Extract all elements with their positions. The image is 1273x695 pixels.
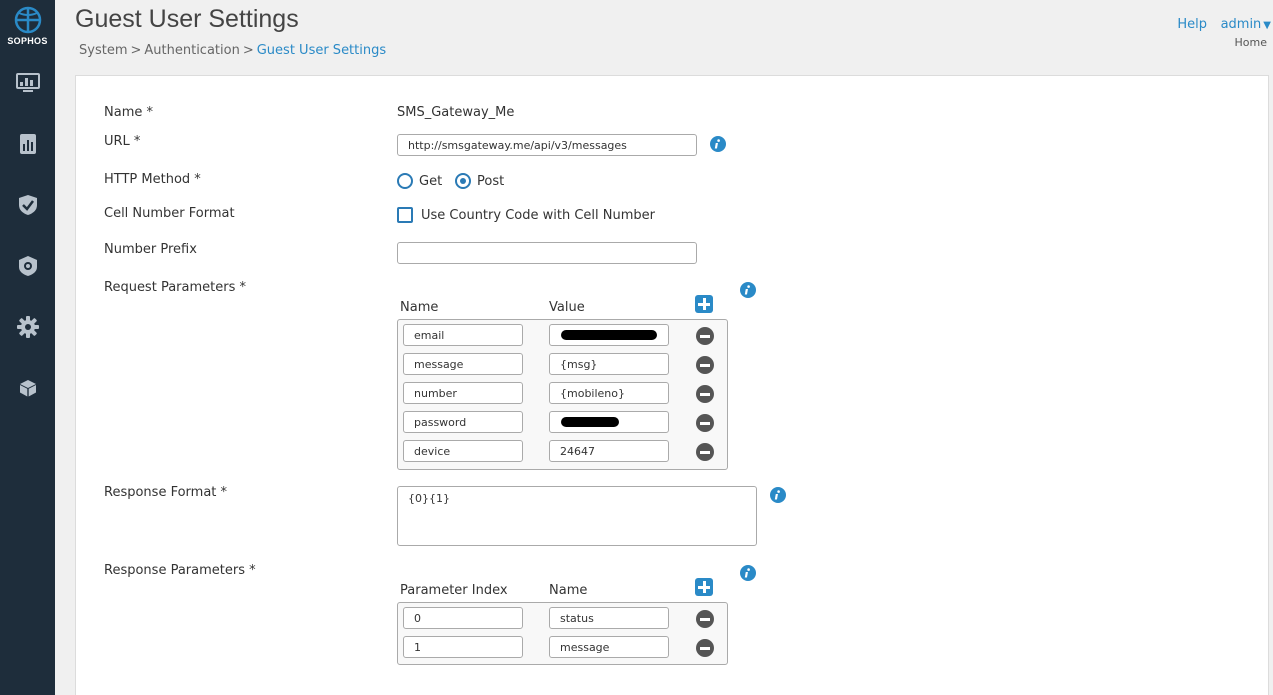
name-value: SMS_Gateway_Me <box>397 105 515 120</box>
request-param-value-input[interactable] <box>549 382 669 404</box>
request-param-name-input[interactable] <box>403 324 523 346</box>
add-response-parameter-button[interactable] <box>695 578 713 596</box>
sidebar-item-protect[interactable] <box>0 185 55 225</box>
breadcrumb: System > Authentication > Guest User Setting… <box>79 43 386 58</box>
remove-request-parameter-button[interactable] <box>696 385 714 403</box>
column-header-name: Name <box>400 300 439 315</box>
column-header-value: Value <box>549 300 585 315</box>
response-param-name-input[interactable] <box>549 607 669 629</box>
home-link[interactable]: Home <box>1235 36 1267 49</box>
caret-down-icon: ▼ <box>1263 20 1271 31</box>
cube-icon <box>19 380 36 397</box>
checkbox-box <box>397 207 413 223</box>
admin-label: admin <box>1220 17 1262 32</box>
globe-icon <box>14 6 41 34</box>
remove-response-parameter-button[interactable] <box>696 610 714 628</box>
info-icon[interactable] <box>770 487 786 503</box>
breadcrumb-current: Guest User Settings <box>256 43 387 58</box>
page-header: Guest User Settings System > Authenticatio… <box>55 0 1273 70</box>
request-param-name-input[interactable] <box>403 382 523 404</box>
breadcrumb-authentication[interactable]: Authentication <box>144 43 239 58</box>
remove-request-parameter-button[interactable] <box>696 443 714 461</box>
number-prefix-input[interactable] <box>397 242 697 264</box>
column-header-name: Name <box>549 583 588 598</box>
url-input[interactable] <box>397 134 697 156</box>
page-title: Guest User Settings <box>75 5 299 33</box>
report-icon <box>19 134 36 154</box>
radio-get-label: Get <box>419 173 443 189</box>
remove-response-parameter-button[interactable] <box>696 639 714 657</box>
admin-menu[interactable]: admin ▼ <box>1221 17 1271 32</box>
gear-icon <box>16 316 39 338</box>
response-param-index-input[interactable] <box>403 636 523 658</box>
info-icon[interactable] <box>740 565 756 581</box>
radio-get[interactable]: Get <box>397 173 442 189</box>
response-format-label: Response Format * <box>104 485 228 500</box>
sidebar: SOPHOS <box>0 0 55 695</box>
radio-post[interactable]: Post <box>455 173 504 189</box>
name-label: Name * <box>104 105 153 120</box>
request-param-name-input[interactable] <box>403 353 523 375</box>
shield-check-icon <box>18 195 37 215</box>
cell-number-format-label: Cell Number Format <box>104 206 235 221</box>
remove-request-parameter-button[interactable] <box>696 356 714 374</box>
response-format-textarea[interactable]: {0}{1} <box>397 486 757 546</box>
redaction-mark <box>561 330 657 340</box>
remove-request-parameter-button[interactable] <box>696 414 714 432</box>
info-icon[interactable] <box>740 282 756 298</box>
monitor-icon <box>15 73 40 92</box>
http-method-label: HTTP Method * <box>104 172 201 187</box>
sidebar-item-configure[interactable] <box>0 307 55 347</box>
radio-post-label: Post <box>477 173 505 189</box>
response-parameters-label: Response Parameters * <box>104 563 256 578</box>
request-parameters-label: Request Parameters * <box>104 280 246 295</box>
country-code-checkbox-label: Use Country Code with Cell Number <box>421 207 655 223</box>
radio-post-circle <box>455 173 471 189</box>
column-header-parameter-index: Parameter Index <box>400 583 508 598</box>
request-param-value-input[interactable] <box>549 353 669 375</box>
request-param-name-input[interactable] <box>403 411 523 433</box>
sidebar-item-monitor[interactable] <box>0 63 55 103</box>
add-request-parameter-button[interactable] <box>695 295 713 313</box>
redaction-mark <box>561 417 619 427</box>
remove-request-parameter-button[interactable] <box>696 327 714 345</box>
radio-get-circle <box>397 173 413 189</box>
breadcrumb-separator: > <box>130 43 142 58</box>
header-links: Help admin ▼ Home <box>1133 17 1273 57</box>
country-code-checkbox[interactable]: Use Country Code with Cell Number <box>397 207 655 223</box>
logo-text: SOPHOS <box>7 36 48 46</box>
url-label: URL * <box>104 134 141 149</box>
sidebar-item-system[interactable] <box>0 368 55 408</box>
info-icon[interactable] <box>710 136 726 152</box>
sidebar-item-security[interactable] <box>0 246 55 286</box>
response-param-name-input[interactable] <box>549 636 669 658</box>
sophos-logo[interactable]: SOPHOS <box>0 6 55 56</box>
settings-panel: Name * SMS_Gateway_Me URL * HTTP Method … <box>75 75 1269 695</box>
response-param-index-input[interactable] <box>403 607 523 629</box>
sidebar-item-reports[interactable] <box>0 124 55 164</box>
breadcrumb-separator: > <box>242 43 254 58</box>
number-prefix-label: Number Prefix <box>104 242 197 257</box>
shield-gear-icon <box>18 256 37 276</box>
help-link[interactable]: Help <box>1177 17 1207 32</box>
breadcrumb-system[interactable]: System <box>79 43 127 58</box>
request-param-value-input[interactable] <box>549 440 669 462</box>
request-param-name-input[interactable] <box>403 440 523 462</box>
